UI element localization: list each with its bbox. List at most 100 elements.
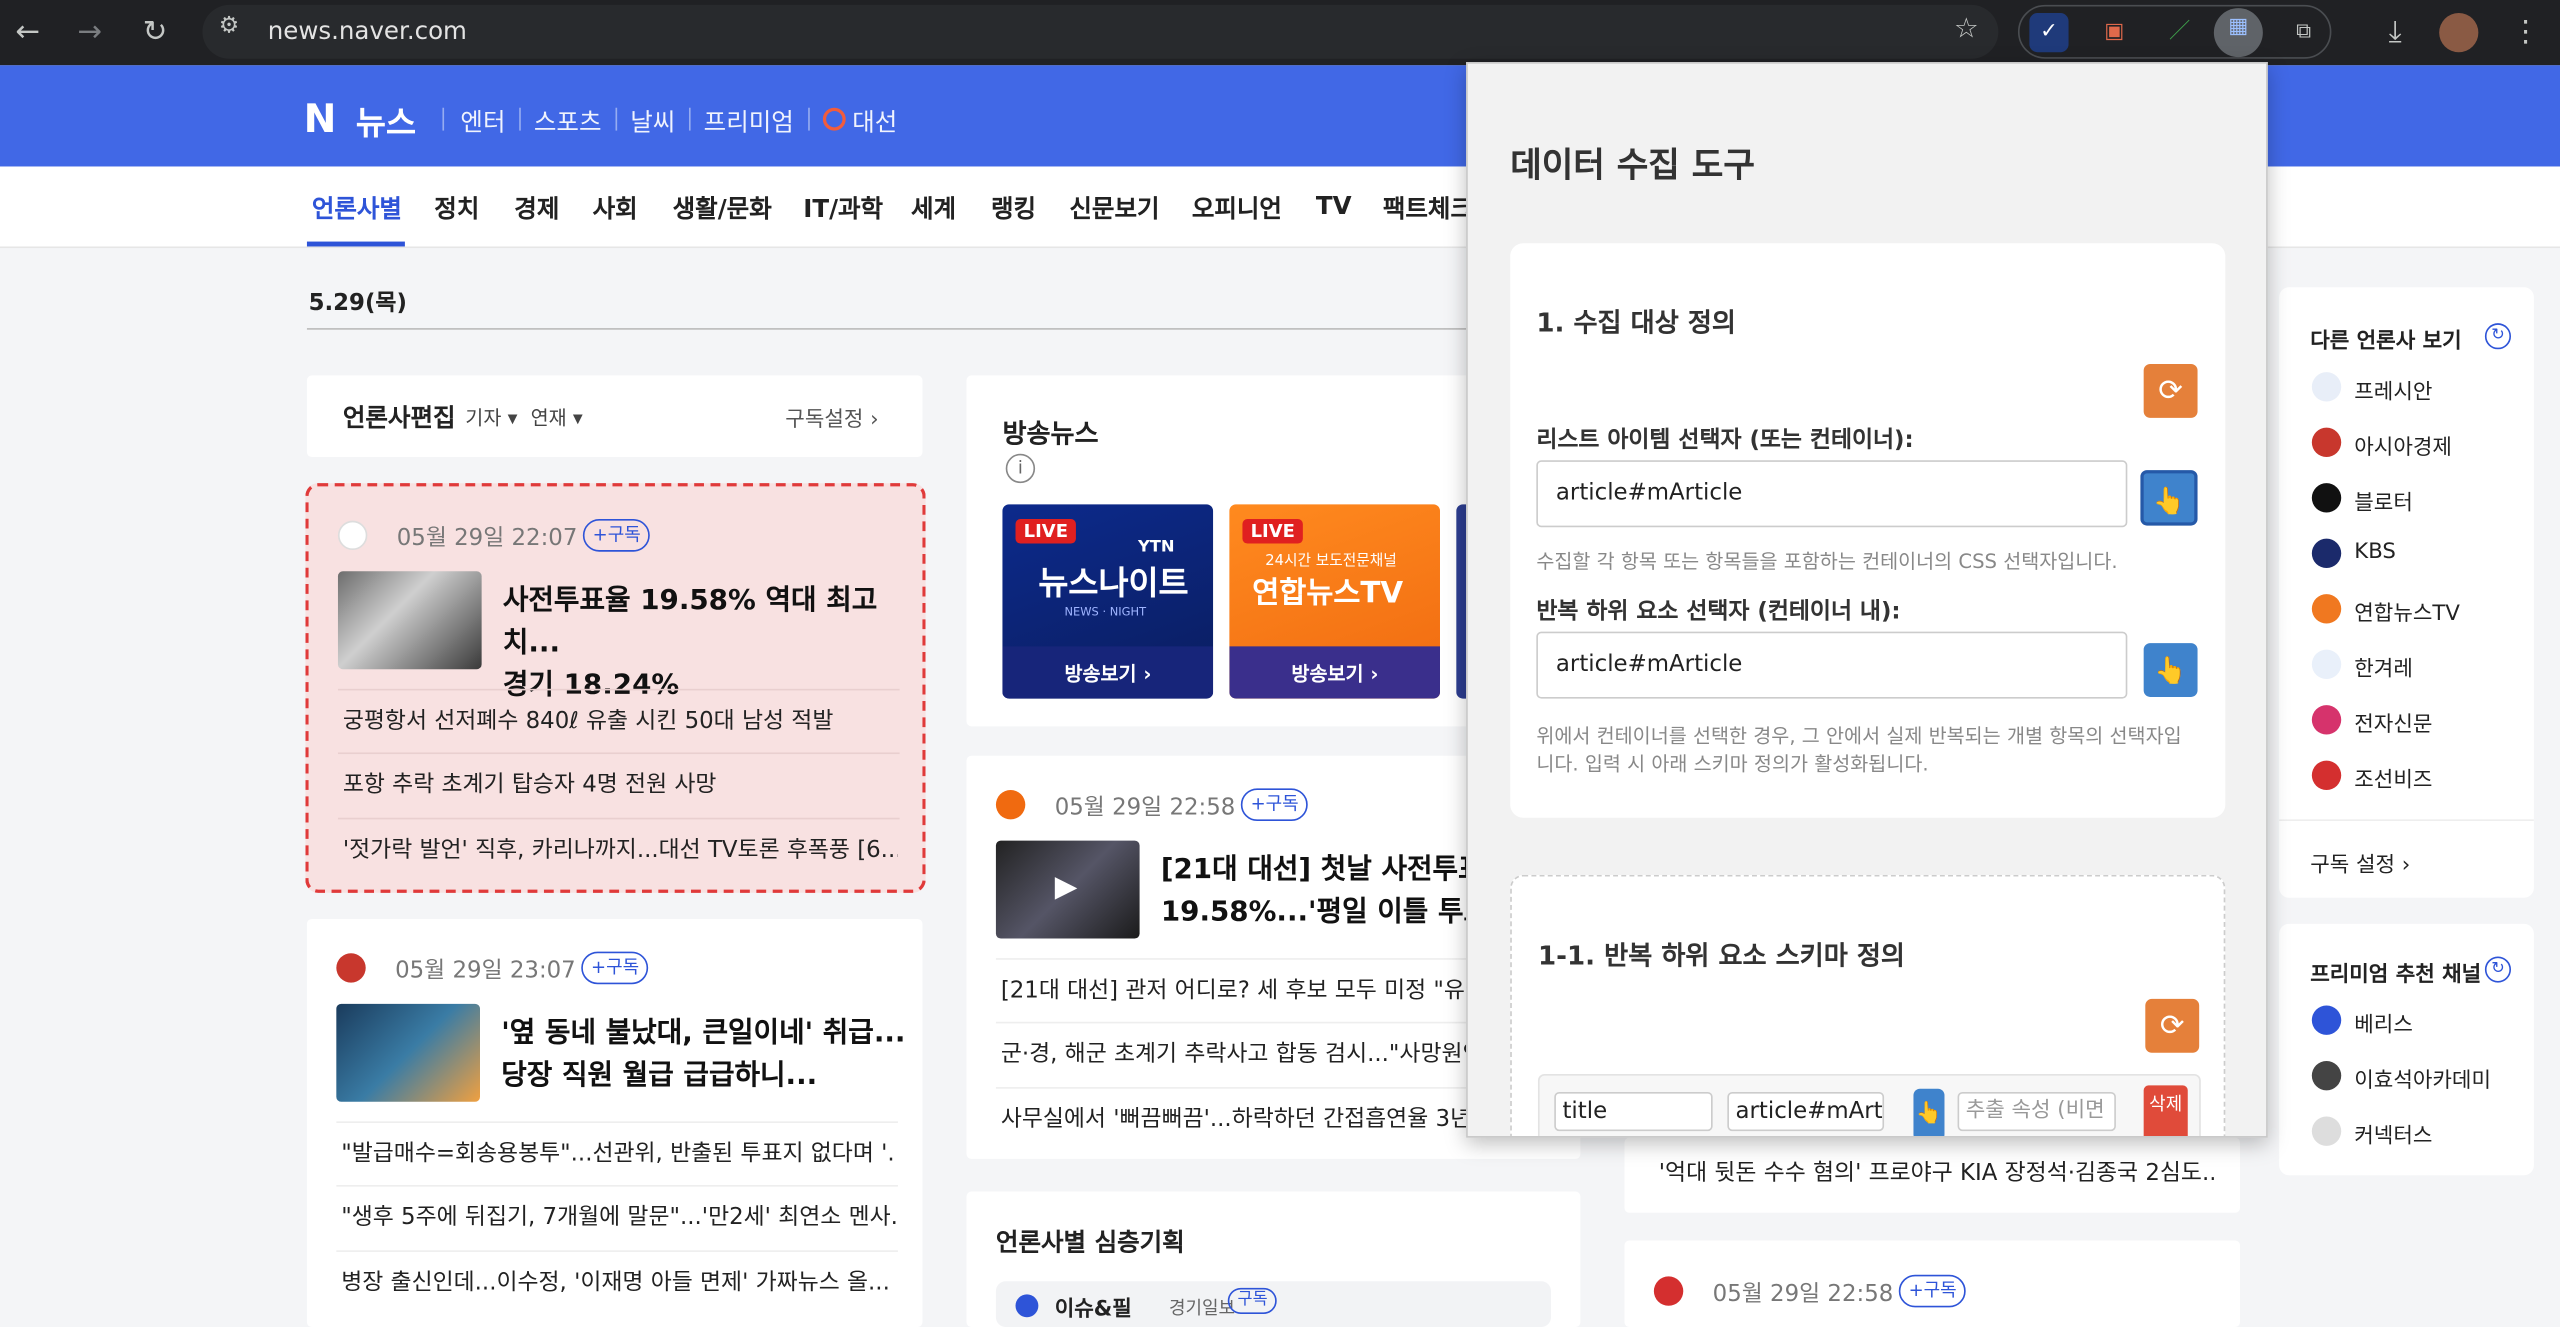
press-logo [2311, 483, 2342, 513]
site-info-icon[interactable]: ⚙ [219, 13, 240, 39]
data-collector-extension-icon[interactable]: ▦ [2213, 8, 2263, 58]
tab-politics[interactable]: 정치 [434, 191, 479, 225]
checkmark-extension-icon[interactable]: ✓ [2029, 13, 2069, 53]
article-link[interactable]: 군·경, 해군 초계기 추락사고 합동 검시..."사망원인 [1001, 1036, 1474, 1069]
subscribe-button[interactable]: 구독 [1227, 1287, 1278, 1314]
article-thumbnail[interactable] [337, 571, 482, 670]
filter-reporter[interactable]: 기자 ▾ [465, 403, 517, 431]
subscribe-button[interactable]: +구독 [582, 519, 651, 552]
url-text[interactable]: news.naver.com [268, 16, 467, 45]
tab-opinion[interactable]: 오피니언 [1192, 191, 1282, 225]
headline[interactable]: '옆 동네 불났대, 큰일이네' 취급... 당장 직원 월급 급급하니... [501, 1012, 905, 1097]
press-item[interactable]: 전자신문 [2354, 707, 2432, 737]
selected-article-card[interactable]: 05월 29일 22:07 +구독 사전투표율 19.58% 역대 최고치...… [305, 483, 926, 893]
press-item[interactable]: 아시아경제 [2354, 429, 2452, 460]
article-thumbnail[interactable] [336, 1003, 480, 1102]
list-selector-help: 수집할 각 항목 또는 항목들을 포함하는 컨테이너의 CSS 선택자입니다. [1536, 550, 2118, 573]
yonhap-live-card[interactable]: LIVE 24시간 보도전문채널 연합뉴스TV 방송보기 › [1229, 504, 1440, 699]
article-link[interactable]: "발급매수=회송용봉투"...선관위, 반출된 투표지 없다며 '... [341, 1136, 896, 1169]
tab-economy[interactable]: 경제 [514, 191, 559, 225]
naver-logo[interactable]: N [304, 98, 346, 140]
watch-broadcast-button[interactable]: 방송보기 › [1064, 659, 1151, 687]
subscription-settings-link[interactable]: 구독설정 › [785, 402, 878, 432]
press-item[interactable]: 연합뉴스TV [2354, 596, 2460, 626]
attribute-input[interactable]: 추출 속성 (비면 [1957, 1091, 2116, 1132]
service-weather[interactable]: 날씨 [630, 104, 675, 138]
article-link[interactable]: 궁평항서 선저폐수 840ℓ 유출 시킨 50대 남성 적발 [343, 703, 898, 736]
avatar[interactable] [2439, 13, 2479, 53]
service-election[interactable]: 대선 [852, 104, 897, 138]
tab-press[interactable]: 언론사별 [312, 191, 402, 225]
tab-tv[interactable]: TV [1316, 191, 1352, 220]
tab-ranking[interactable]: 랭킹 [991, 191, 1036, 225]
filter-series[interactable]: 연재 ▾ [531, 403, 583, 431]
tab-world[interactable]: 세계 [911, 191, 956, 225]
play-icon: ▶ [1054, 869, 1078, 905]
refresh-icon[interactable]: ↻ [2484, 956, 2512, 983]
premium-channel-panel: 프리미엄 추천 채널 ↻ 베리스 이효석아카데미 커넥터스 [2279, 923, 2534, 1176]
bookmark-star-icon[interactable]: ☆ [1954, 13, 1979, 46]
pick-element-button[interactable]: 👆 [2140, 470, 2198, 526]
forward-icon[interactable]: → [69, 11, 111, 53]
press-logo [2311, 538, 2342, 569]
special-item[interactable]: 이슈&필 경기일보 구독 [995, 1281, 1552, 1327]
divider [615, 107, 618, 131]
field-selector-input[interactable]: article#mArtic [1727, 1091, 1885, 1132]
press-item[interactable]: 한겨레 [2354, 651, 2413, 682]
press-item[interactable]: 블로터 [2354, 485, 2413, 515]
article-thumbnail[interactable]: ▶ [995, 840, 1140, 939]
pen-extension-icon[interactable]: ／ [2160, 13, 2199, 52]
tab-it[interactable]: IT/과학 [803, 191, 883, 225]
channel-item[interactable]: 이효석아카데미 [2354, 1063, 2491, 1093]
headline[interactable]: 사전투표율 19.58% 역대 최고치... 경기 18.24% [503, 579, 923, 706]
download-icon[interactable]: ⤓ [2374, 11, 2416, 53]
subscribe-button[interactable]: +구독 [1898, 1274, 1967, 1308]
other-press-title: 다른 언론사 보기 [2310, 329, 2462, 355]
repeat-selector-input[interactable]: article#mArticle [1536, 631, 2128, 699]
press-item[interactable]: 프레시안 [2354, 374, 2432, 404]
service-sports[interactable]: 스포츠 [534, 104, 602, 138]
list-selector-input[interactable]: article#mArticle [1536, 460, 2128, 528]
tab-society[interactable]: 사회 [593, 191, 638, 225]
refresh-icon[interactable]: ↻ [2484, 323, 2512, 350]
info-icon[interactable]: i [1005, 453, 1036, 484]
tab-life[interactable]: 생활/문화 [673, 191, 772, 225]
article-link[interactable]: 병장 출신인데...이수정, '이재명 아들 면제' 가짜뉴스 올... [341, 1265, 896, 1298]
press-logo [2311, 372, 2342, 402]
reload-icon[interactable]: ↻ [134, 11, 176, 53]
subscribe-button[interactable]: +구독 [1240, 788, 1309, 822]
field-name-input[interactable]: title [1554, 1091, 1713, 1132]
subscription-settings-link[interactable]: 구독 설정 › [2310, 847, 2410, 878]
article-link[interactable]: '억대 뒷돈 수수 혐의' 프로야구 KIA 장정석·김종국 2심도... [1659, 1156, 2214, 1189]
special-item-title[interactable]: 이슈&필 [1055, 1291, 1132, 1322]
delete-field-button[interactable]: 삭제 [2143, 1085, 2188, 1137]
service-enter[interactable]: 엔터 [460, 104, 505, 138]
tab-factcheck[interactable]: 팩트체크 [1383, 191, 1473, 225]
refresh-button[interactable]: ⟳ [2145, 998, 2200, 1053]
article-link[interactable]: 사무실에서 '뻐끔뻐끔'...하락하던 간접흡연율 3년 [1001, 1102, 1474, 1135]
pick-element-button[interactable]: 👆 [2143, 643, 2198, 697]
press-item[interactable]: 조선비즈 [2354, 762, 2432, 793]
divider [808, 107, 810, 131]
puzzle-icon[interactable]: ⧉ [2284, 13, 2323, 52]
back-icon[interactable]: ← [7, 11, 49, 53]
divider [336, 1121, 898, 1123]
refresh-button[interactable]: ⟳ [2143, 363, 2198, 418]
watch-broadcast-button[interactable]: 방송보기 › [1291, 659, 1378, 687]
channel-item[interactable]: 커넥터스 [2354, 1118, 2432, 1149]
news-logo-text[interactable]: 뉴스 [356, 96, 416, 143]
menu-kebab-icon[interactable]: ⋮ [2504, 11, 2546, 53]
service-premium[interactable]: 프리미엄 [704, 104, 794, 138]
article-link[interactable]: [21대 대선] 관저 어디로? 세 후보 모두 미정 "유권 [1001, 973, 1474, 1006]
tab-newspaper[interactable]: 신문보기 [1069, 191, 1159, 225]
subscribe-button[interactable]: +구독 [581, 951, 649, 985]
pick-element-button[interactable]: 👆 [1913, 1088, 1945, 1137]
address-bar[interactable]: ⚙ news.naver.com ☆ [202, 4, 1999, 59]
article-link[interactable]: '젓가락 발언' 직후, 카리나까지...대선 TV토론 후폭풍 [6... [343, 832, 898, 865]
ytn-live-card[interactable]: LIVE YTN 뉴스나이트 NEWS · NIGHT 방송보기 › [1002, 504, 1214, 699]
article-link[interactable]: 포항 추락 초계기 탑승자 4명 전원 사망 [343, 767, 898, 800]
channel-item[interactable]: 베리스 [2354, 1007, 2413, 1038]
screen-extension-icon[interactable]: ▣ [2095, 13, 2134, 52]
article-link[interactable]: "생후 5주에 뒤집기, 7개월에 말문"...'만2세' 최연소 멘사... [341, 1200, 896, 1233]
press-item[interactable]: KBS [2354, 540, 2396, 564]
